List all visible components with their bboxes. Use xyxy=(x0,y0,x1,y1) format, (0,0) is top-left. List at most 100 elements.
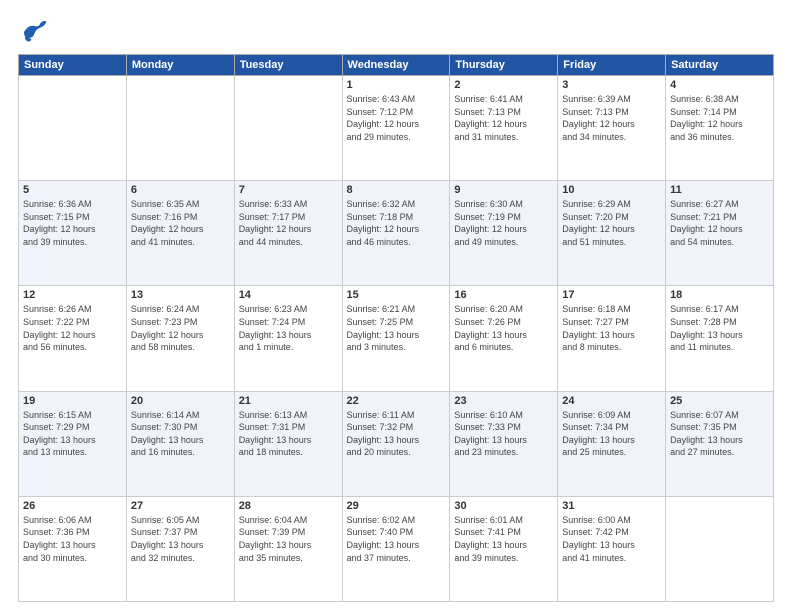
day-cell-7: 7 Sunrise: 6:33 AM Sunset: 7:17 PM Daylig… xyxy=(234,181,342,286)
day-number-5: 5 xyxy=(23,184,122,196)
weekday-wednesday: Wednesday xyxy=(342,55,450,76)
day-cell-19: 19 Sunrise: 6:15 AM Sunset: 7:29 PM Dayli… xyxy=(19,391,127,496)
logo-bird-icon xyxy=(18,18,48,46)
day-cell-11: 11 Sunrise: 6:27 AM Sunset: 7:21 PM Dayli… xyxy=(666,181,774,286)
week-row-1: 1 Sunrise: 6:43 AM Sunset: 7:12 PM Daylig… xyxy=(19,76,774,181)
day-cell-28: 28 Sunrise: 6:04 AM Sunset: 7:39 PM Dayli… xyxy=(234,496,342,601)
day-number-3: 3 xyxy=(562,79,661,91)
day-cell-15: 15 Sunrise: 6:21 AM Sunset: 7:25 PM Dayli… xyxy=(342,286,450,391)
day-info-26: Sunrise: 6:06 AM Sunset: 7:36 PM Dayligh… xyxy=(23,514,122,564)
day-info-27: Sunrise: 6:05 AM Sunset: 7:37 PM Dayligh… xyxy=(131,514,230,564)
day-info-21: Sunrise: 6:13 AM Sunset: 7:31 PM Dayligh… xyxy=(239,409,338,459)
week-row-4: 19 Sunrise: 6:15 AM Sunset: 7:29 PM Dayli… xyxy=(19,391,774,496)
day-cell-18: 18 Sunrise: 6:17 AM Sunset: 7:28 PM Dayli… xyxy=(666,286,774,391)
day-info-20: Sunrise: 6:14 AM Sunset: 7:30 PM Dayligh… xyxy=(131,409,230,459)
day-cell-1: 1 Sunrise: 6:43 AM Sunset: 7:12 PM Daylig… xyxy=(342,76,450,181)
day-number-23: 23 xyxy=(454,395,553,407)
weekday-thursday: Thursday xyxy=(450,55,558,76)
day-number-14: 14 xyxy=(239,289,338,301)
day-cell-24: 24 Sunrise: 6:09 AM Sunset: 7:34 PM Dayli… xyxy=(558,391,666,496)
week-row-2: 5Sunrise: 6:36 AM Sunset: 7:15 PM Daylig… xyxy=(19,181,774,286)
weekday-sunday: Sunday xyxy=(19,55,127,76)
day-info-8: Sunrise: 6:32 AM Sunset: 7:18 PM Dayligh… xyxy=(347,198,446,248)
day-cell-25: 25 Sunrise: 6:07 AM Sunset: 7:35 PM Dayli… xyxy=(666,391,774,496)
day-cell-9: 9Sunrise: 6:30 AM Sunset: 7:19 PM Daylig… xyxy=(450,181,558,286)
empty-cell xyxy=(126,76,234,181)
day-cell-21: 21 Sunrise: 6:13 AM Sunset: 7:31 PM Dayli… xyxy=(234,391,342,496)
day-info-12: Sunrise: 6:26 AM Sunset: 7:22 PM Dayligh… xyxy=(23,303,122,353)
day-info-19: Sunrise: 6:15 AM Sunset: 7:29 PM Dayligh… xyxy=(23,409,122,459)
page: SundayMondayTuesdayWednesdayThursdayFrid… xyxy=(0,0,792,612)
day-info-18: Sunrise: 6:17 AM Sunset: 7:28 PM Dayligh… xyxy=(670,303,769,353)
day-number-21: 21 xyxy=(239,395,338,407)
day-number-15: 15 xyxy=(347,289,446,301)
day-info-11: Sunrise: 6:27 AM Sunset: 7:21 PM Dayligh… xyxy=(670,198,769,248)
day-info-14: Sunrise: 6:23 AM Sunset: 7:24 PM Dayligh… xyxy=(239,303,338,353)
day-number-7: 7 xyxy=(239,184,338,196)
empty-cell xyxy=(19,76,127,181)
day-info-28: Sunrise: 6:04 AM Sunset: 7:39 PM Dayligh… xyxy=(239,514,338,564)
day-cell-29: 29 Sunrise: 6:02 AM Sunset: 7:40 PM Dayli… xyxy=(342,496,450,601)
day-cell-14: 14 Sunrise: 6:23 AM Sunset: 7:24 PM Dayli… xyxy=(234,286,342,391)
weekday-monday: Monday xyxy=(126,55,234,76)
day-info-7: Sunrise: 6:33 AM Sunset: 7:17 PM Dayligh… xyxy=(239,198,338,248)
day-cell-30: 30Sunrise: 6:01 AM Sunset: 7:41 PM Dayli… xyxy=(450,496,558,601)
day-cell-23: 23Sunrise: 6:10 AM Sunset: 7:33 PM Dayli… xyxy=(450,391,558,496)
day-number-17: 17 xyxy=(562,289,661,301)
day-info-29: Sunrise: 6:02 AM Sunset: 7:40 PM Dayligh… xyxy=(347,514,446,564)
day-number-1: 1 xyxy=(347,79,446,91)
weekday-header-row: SundayMondayTuesdayWednesdayThursdayFrid… xyxy=(19,55,774,76)
day-number-27: 27 xyxy=(131,500,230,512)
day-info-31: Sunrise: 6:00 AM Sunset: 7:42 PM Dayligh… xyxy=(562,514,661,564)
day-cell-2: 2 Sunrise: 6:41 AM Sunset: 7:13 PM Daylig… xyxy=(450,76,558,181)
empty-cell xyxy=(666,496,774,601)
day-number-29: 29 xyxy=(347,500,446,512)
day-cell-4: 4Sunrise: 6:38 AM Sunset: 7:14 PM Daylig… xyxy=(666,76,774,181)
weekday-friday: Friday xyxy=(558,55,666,76)
day-info-2: Sunrise: 6:41 AM Sunset: 7:13 PM Dayligh… xyxy=(454,93,553,143)
day-cell-5: 5Sunrise: 6:36 AM Sunset: 7:15 PM Daylig… xyxy=(19,181,127,286)
week-row-3: 12 Sunrise: 6:26 AM Sunset: 7:22 PM Dayli… xyxy=(19,286,774,391)
day-number-9: 9 xyxy=(454,184,553,196)
weekday-tuesday: Tuesday xyxy=(234,55,342,76)
day-number-16: 16 xyxy=(454,289,553,301)
day-number-26: 26 xyxy=(23,500,122,512)
day-info-16: Sunrise: 6:20 AM Sunset: 7:26 PM Dayligh… xyxy=(454,303,553,353)
day-cell-17: 17 Sunrise: 6:18 AM Sunset: 7:27 PM Dayli… xyxy=(558,286,666,391)
day-info-25: Sunrise: 6:07 AM Sunset: 7:35 PM Dayligh… xyxy=(670,409,769,459)
day-cell-6: 6 Sunrise: 6:35 AM Sunset: 7:16 PM Daylig… xyxy=(126,181,234,286)
day-number-13: 13 xyxy=(131,289,230,301)
day-number-10: 10 xyxy=(562,184,661,196)
day-number-2: 2 xyxy=(454,79,553,91)
day-cell-31: 31Sunrise: 6:00 AM Sunset: 7:42 PM Dayli… xyxy=(558,496,666,601)
week-row-5: 26 Sunrise: 6:06 AM Sunset: 7:36 PM Dayli… xyxy=(19,496,774,601)
day-number-8: 8 xyxy=(347,184,446,196)
day-cell-27: 27 Sunrise: 6:05 AM Sunset: 7:37 PM Dayli… xyxy=(126,496,234,601)
day-cell-12: 12 Sunrise: 6:26 AM Sunset: 7:22 PM Dayli… xyxy=(19,286,127,391)
weekday-saturday: Saturday xyxy=(666,55,774,76)
day-number-11: 11 xyxy=(670,184,769,196)
day-number-28: 28 xyxy=(239,500,338,512)
day-number-19: 19 xyxy=(23,395,122,407)
calendar: SundayMondayTuesdayWednesdayThursdayFrid… xyxy=(18,54,774,602)
day-info-15: Sunrise: 6:21 AM Sunset: 7:25 PM Dayligh… xyxy=(347,303,446,353)
day-info-17: Sunrise: 6:18 AM Sunset: 7:27 PM Dayligh… xyxy=(562,303,661,353)
day-number-20: 20 xyxy=(131,395,230,407)
header xyxy=(18,18,774,46)
empty-cell xyxy=(234,76,342,181)
day-info-24: Sunrise: 6:09 AM Sunset: 7:34 PM Dayligh… xyxy=(562,409,661,459)
day-number-12: 12 xyxy=(23,289,122,301)
day-info-6: Sunrise: 6:35 AM Sunset: 7:16 PM Dayligh… xyxy=(131,198,230,248)
logo xyxy=(18,18,52,46)
day-number-6: 6 xyxy=(131,184,230,196)
day-number-25: 25 xyxy=(670,395,769,407)
day-info-1: Sunrise: 6:43 AM Sunset: 7:12 PM Dayligh… xyxy=(347,93,446,143)
day-number-22: 22 xyxy=(347,395,446,407)
day-number-24: 24 xyxy=(562,395,661,407)
day-info-13: Sunrise: 6:24 AM Sunset: 7:23 PM Dayligh… xyxy=(131,303,230,353)
day-number-18: 18 xyxy=(670,289,769,301)
day-cell-16: 16 Sunrise: 6:20 AM Sunset: 7:26 PM Dayli… xyxy=(450,286,558,391)
day-info-3: Sunrise: 6:39 AM Sunset: 7:13 PM Dayligh… xyxy=(562,93,661,143)
day-cell-26: 26 Sunrise: 6:06 AM Sunset: 7:36 PM Dayli… xyxy=(19,496,127,601)
day-cell-22: 22Sunrise: 6:11 AM Sunset: 7:32 PM Dayli… xyxy=(342,391,450,496)
